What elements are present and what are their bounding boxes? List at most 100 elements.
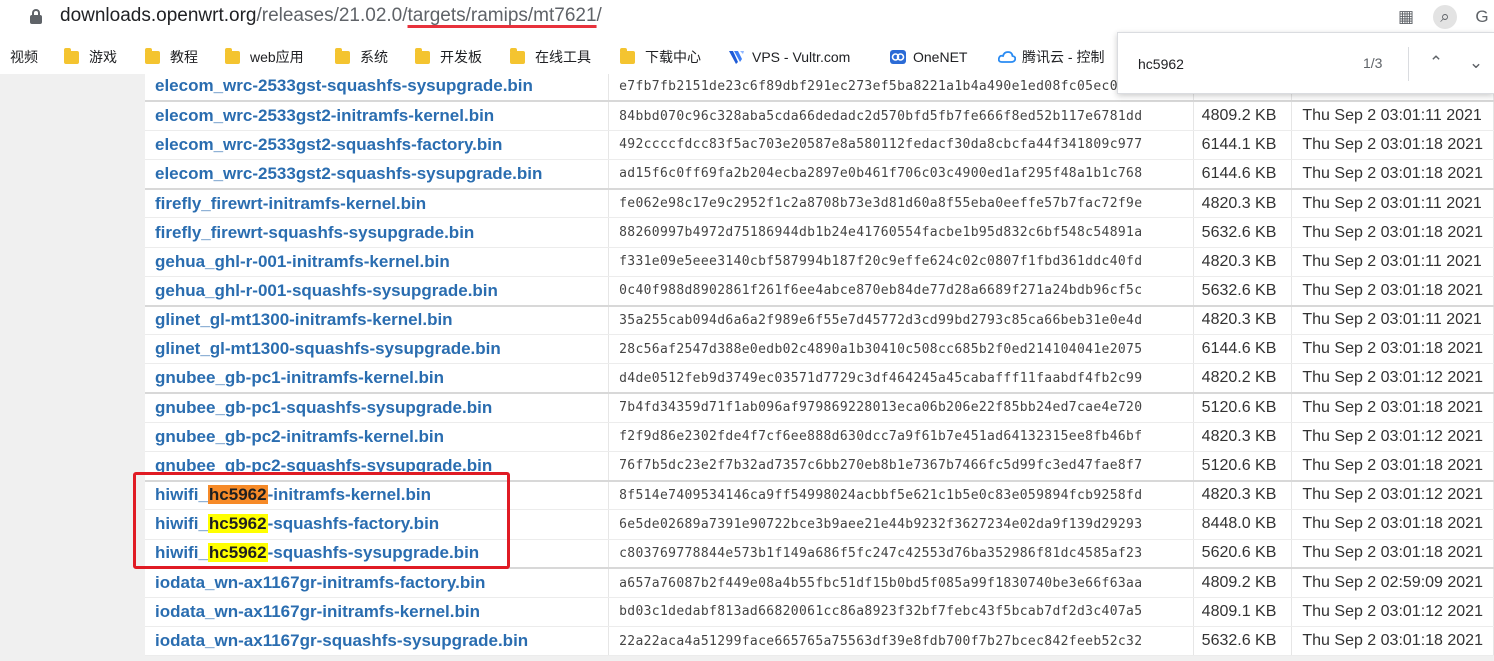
file-link[interactable]: firefly_firewrt-initramfs-kernel.bin (145, 188, 610, 219)
file-date: Thu Sep 2 03:01:12 2021 (1291, 422, 1494, 452)
file-date: Thu Sep 2 03:01:18 2021 (1291, 159, 1494, 190)
lock-icon[interactable] (30, 9, 42, 25)
file-link[interactable]: hiwifi_hc5962-squashfs-sysupgrade.bin (145, 539, 610, 570)
file-sha256: 8f514e7409534146ca9ff54998024acbbf5e621c… (608, 480, 1194, 511)
qr-code-icon[interactable]: ▦ (1394, 5, 1418, 29)
file-link[interactable]: gnubee_gb-pc1-squashfs-sysupgrade.bin (145, 393, 610, 423)
url-text[interactable]: downloads.openwrt.org/releases/21.02.0/t… (60, 4, 602, 28)
file-size: 5120.6 KB (1193, 451, 1293, 482)
bookmark-item[interactable]: 下载中心 (620, 47, 701, 67)
file-size: 5632.6 KB (1193, 217, 1293, 248)
file-size: 4820.3 KB (1193, 480, 1293, 511)
file-date: Thu Sep 2 03:01:18 2021 (1291, 539, 1494, 570)
file-sha256: a657a76087b2f449e08a4b55fbc51df15b0bd5f0… (608, 568, 1194, 598)
file-link[interactable]: iodata_wn-ax1167gr-initramfs-kernel.bin (145, 597, 610, 628)
file-sha256: bd03c1dedabf813ad66820061cc86a8923f32bf7… (608, 597, 1194, 628)
table-row: firefly_firewrt-initramfs-kernel.bin fe06… (145, 188, 1494, 219)
file-date: Thu Sep 2 03:01:11 2021 (1291, 188, 1494, 219)
file-sha256: 76f7b5dc23e2f7b32ad7357c6bb270eb8b1e7367… (608, 451, 1194, 482)
bookmark-item[interactable]: 视频 (10, 47, 38, 67)
file-size: 4809.2 KB (1193, 568, 1293, 598)
url-path-highlight: targets/ramips/mt7621 (407, 5, 597, 26)
folder-icon (620, 48, 635, 64)
file-link[interactable]: elecom_wrc-2533gst2-initramfs-kernel.bin (145, 101, 610, 131)
translate-icon[interactable]: G (1470, 5, 1494, 29)
file-size: 6144.6 KB (1193, 334, 1293, 365)
find-input[interactable] (1138, 53, 1338, 75)
file-link[interactable]: gehua_ghl-r-001-squashfs-sysupgrade.bin (145, 276, 610, 307)
find-in-page-icon[interactable]: ⌕ (1433, 5, 1457, 29)
file-size: 4820.3 KB (1193, 188, 1293, 219)
file-size: 4809.2 KB (1193, 101, 1293, 131)
file-sha256: e7fb7fb2151de23c6f89dbf291ec273ef5ba8221… (608, 74, 1194, 103)
file-size: 4820.3 KB (1193, 247, 1293, 277)
file-date: Thu Sep 2 03:01:18 2021 (1291, 334, 1494, 365)
bookmark-item[interactable]: web应用 (225, 47, 304, 67)
bookmark-item[interactable]: 在线工具 (510, 47, 591, 67)
table-row: iodata_wn-ax1167gr-squashfs-sysupgrade.b… (145, 626, 1494, 657)
cloud-icon (998, 51, 1016, 63)
file-size: 4809.1 KB (1193, 597, 1293, 628)
search-match-highlight: hc5962 (207, 543, 268, 563)
file-link[interactable]: iodata_wn-ax1167gr-squashfs-sysupgrade.b… (145, 626, 610, 657)
onenet-icon (890, 50, 906, 64)
table-row: hiwifi_hc5962-initramfs-kernel.bin 8f514e… (145, 480, 1494, 511)
file-sha256: d4de0512feb9d3749ec03571d7729c3df464245a… (608, 363, 1194, 395)
search-match-highlight: hc5962 (207, 514, 268, 534)
table-row: hiwifi_hc5962-squashfs-sysupgrade.bin c80… (145, 539, 1494, 570)
table-row: firefly_firewrt-squashfs-sysupgrade.bin 8… (145, 217, 1494, 248)
folder-icon (225, 48, 240, 64)
bookmark-item[interactable]: 开发板 (415, 47, 482, 67)
file-sha256: f2f9d86e2302fde4f7cf6ee888d630dcc7a9f61b… (608, 422, 1194, 452)
table-row: elecom_wrc-2533gst2-squashfs-factory.bin… (145, 130, 1494, 161)
file-link[interactable]: gehua_ghl-r-001-initramfs-kernel.bin (145, 247, 610, 277)
file-listing-page: elecom_wrc-2533gst-squashfs-sysupgrade.b… (0, 74, 1494, 661)
file-table: elecom_wrc-2533gst-squashfs-sysupgrade.b… (145, 74, 1494, 657)
file-link[interactable]: firefly_firewrt-squashfs-sysupgrade.bin (145, 217, 610, 248)
find-bar: 1/3 ⌃ ⌄ (1117, 32, 1494, 94)
file-link[interactable]: gnubee_gb-pc2-initramfs-kernel.bin (145, 422, 610, 452)
table-row: glinet_gl-mt1300-initramfs-kernel.bin 35a… (145, 305, 1494, 336)
bookmark-item[interactable]: 腾讯云 - 控制 (998, 47, 1104, 67)
file-size: 4820.3 KB (1193, 305, 1293, 336)
address-bar[interactable]: downloads.openwrt.org/releases/21.02.0/t… (0, 0, 1494, 36)
file-sha256: 6e5de02689a7391e90722bce3b9aee21e44b9232… (608, 509, 1194, 540)
folder-icon (64, 48, 79, 64)
file-link[interactable]: hiwifi_hc5962-squashfs-factory.bin (145, 509, 610, 540)
bookmark-item[interactable]: 系统 (335, 47, 388, 67)
table-row: iodata_wn-ax1167gr-initramfs-factory.bin… (145, 568, 1494, 598)
file-link[interactable]: gnubee_gb-pc1-initramfs-kernel.bin (145, 363, 610, 395)
file-date: Thu Sep 2 03:01:18 2021 (1291, 217, 1494, 248)
bookmark-item[interactable]: 游戏 (64, 47, 117, 67)
table-row: gnubee_gb-pc2-initramfs-kernel.bin f2f9d8… (145, 422, 1494, 452)
file-size: 6144.6 KB (1193, 159, 1293, 190)
file-sha256: 492ccccfdcc83f5ac703e20587e8a580112fedac… (608, 130, 1194, 161)
file-size: 6144.1 KB (1193, 130, 1293, 161)
table-row: elecom_wrc-2533gst2-squashfs-sysupgrade.… (145, 159, 1494, 190)
file-date: Thu Sep 2 03:01:18 2021 (1291, 276, 1494, 307)
file-link[interactable]: elecom_wrc-2533gst2-squashfs-factory.bin (145, 130, 610, 161)
file-sha256: 22a22aca4a51299face665765a75563df39e8fdb… (608, 626, 1194, 657)
file-link[interactable]: glinet_gl-mt1300-initramfs-kernel.bin (145, 305, 610, 336)
file-link[interactable]: gnubee_gb-pc2-squashfs-sysupgrade.bin (145, 451, 610, 482)
chevron-down-icon[interactable]: ⌄ (1464, 50, 1488, 76)
folder-icon (335, 48, 350, 64)
file-link[interactable]: glinet_gl-mt1300-squashfs-sysupgrade.bin (145, 334, 610, 365)
bookmark-item[interactable]: VPS - Vultr.com (728, 47, 850, 67)
file-date: Thu Sep 2 03:01:11 2021 (1291, 305, 1494, 336)
file-sha256: ad15f6c0ff69fa2b204ecba2897e0b461f706c03… (608, 159, 1194, 190)
file-date: Thu Sep 2 03:01:12 2021 (1291, 363, 1494, 395)
file-link[interactable]: elecom_wrc-2533gst-squashfs-sysupgrade.b… (145, 74, 610, 103)
file-sha256: 7b4fd34359d71f1ab096af979869228013eca06b… (608, 393, 1194, 423)
chevron-up-icon[interactable]: ⌃ (1424, 50, 1448, 76)
file-link[interactable]: elecom_wrc-2533gst2-squashfs-sysupgrade.… (145, 159, 610, 190)
bookmark-item[interactable]: OneNET (889, 47, 967, 67)
file-sha256: 84bbd070c96c328aba5cda66dedadc2d570bfd5f… (608, 101, 1194, 131)
find-match-count: 1/3 (1363, 55, 1383, 71)
file-link[interactable]: iodata_wn-ax1167gr-initramfs-factory.bin (145, 568, 610, 598)
file-sha256: f331e09e5eee3140cbf587994b187f20c9effe62… (608, 247, 1194, 277)
file-sha256: 35a255cab094d6a6a2f989e6f55e7d45772d3cd9… (608, 305, 1194, 336)
file-date: Thu Sep 2 03:01:18 2021 (1291, 130, 1494, 161)
file-link[interactable]: hiwifi_hc5962-initramfs-kernel.bin (145, 480, 610, 511)
bookmark-item[interactable]: 教程 (145, 47, 198, 67)
